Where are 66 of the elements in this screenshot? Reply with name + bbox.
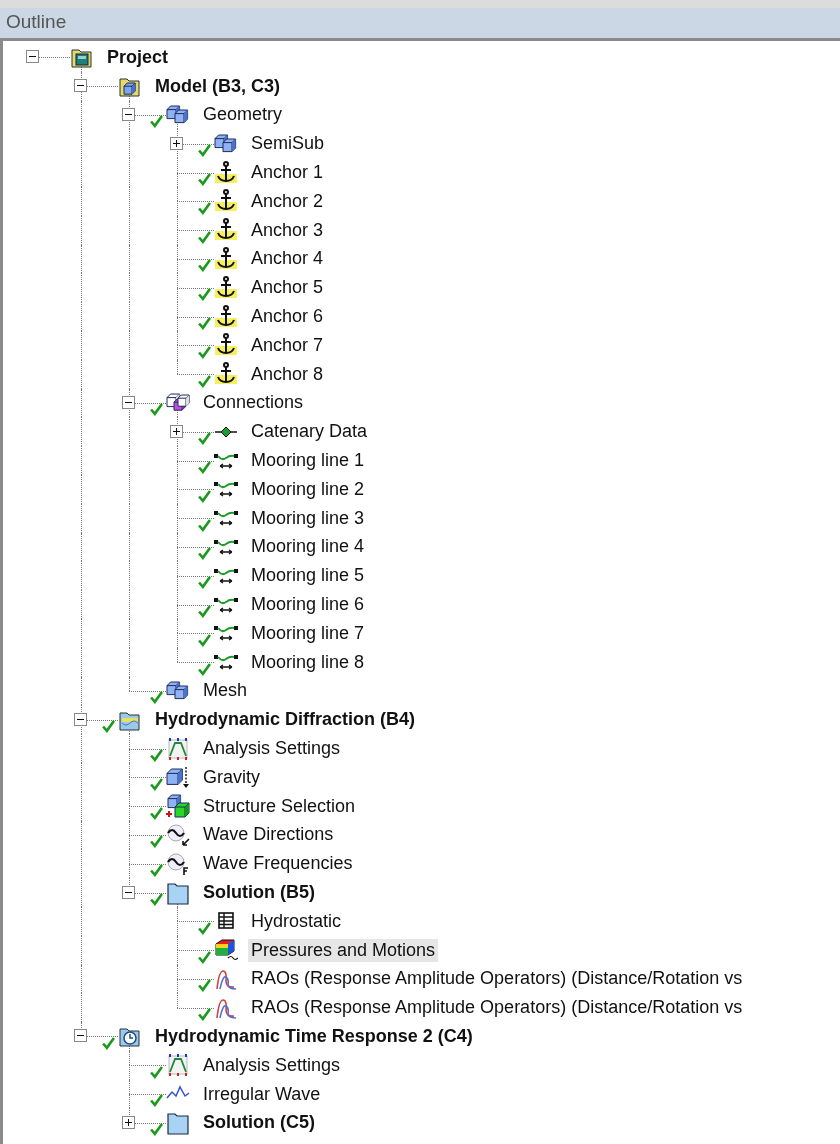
collapse-toggle[interactable] — [122, 395, 135, 409]
tree-item[interactable]: Mooring line 3 — [248, 506, 368, 530]
tree-item[interactable]: Solution (B5) — [200, 881, 318, 904]
tree-item[interactable]: Irregular Wave — [200, 1082, 324, 1106]
collapse-toggle[interactable] — [74, 1029, 87, 1043]
folder-icon — [166, 1110, 190, 1135]
tree-item[interactable]: Mooring line 1 — [248, 449, 368, 473]
color-cube-icon — [214, 938, 238, 963]
collapse-toggle[interactable] — [74, 712, 87, 726]
collapse-toggle[interactable] — [122, 885, 135, 899]
tree-item[interactable]: Mooring line 8 — [248, 650, 368, 674]
tree-item[interactable]: Mooring line 4 — [248, 535, 368, 559]
tree-item[interactable]: Project — [104, 45, 172, 69]
tree-item[interactable]: Analysis Settings — [200, 1053, 344, 1077]
tree-item[interactable]: Model (B3, C3) — [152, 74, 283, 98]
tree-item[interactable]: Gravity — [200, 765, 263, 789]
tree-item[interactable]: Pressures and Motions — [248, 938, 439, 962]
tree-item[interactable]: SemiSub — [248, 132, 328, 156]
structure-cubes-icon — [166, 794, 190, 819]
tree-item[interactable]: Mooring line 5 — [248, 564, 368, 588]
folder-icon — [166, 880, 190, 905]
gravity-icon — [166, 765, 190, 790]
expand-toggle[interactable] — [170, 424, 183, 438]
tree-item[interactable]: Anchor 4 — [248, 247, 327, 271]
expand-toggle[interactable] — [170, 136, 183, 150]
wave-icon — [166, 851, 190, 876]
tree-item[interactable]: Mooring line 7 — [248, 621, 368, 645]
tree-item[interactable]: Mooring line 6 — [248, 593, 368, 617]
tree-item[interactable]: Mesh — [200, 679, 250, 703]
tree-item[interactable]: Structure Selection — [200, 794, 359, 818]
collapse-toggle[interactable] — [26, 50, 39, 64]
expand-toggle[interactable] — [122, 1115, 135, 1129]
tree-item[interactable]: Anchor 8 — [248, 362, 327, 386]
tree-item[interactable]: Hydrodynamic Time Response 2 (C4) — [152, 1025, 476, 1048]
tree-item[interactable]: Analysis Settings — [200, 737, 344, 760]
settings-chart-icon — [166, 736, 190, 761]
tree-item[interactable]: Anchor 2 — [248, 189, 327, 213]
tree-item[interactable]: RAOs (Response Amplitude Operators) (Distance/Rotation vs — [248, 996, 746, 1020]
anchor-icon — [214, 333, 238, 358]
tree-item[interactable]: Anchor 1 — [248, 161, 327, 185]
tree-item[interactable]: Solution (C5) — [200, 1111, 318, 1135]
anchor-icon — [214, 160, 238, 185]
tree-item[interactable]: Mooring line 2 — [248, 477, 368, 501]
anchor-icon — [214, 362, 238, 387]
wave-arrow-icon — [166, 822, 190, 847]
anchor-icon — [214, 218, 238, 243]
tree-item[interactable]: Anchor 6 — [248, 305, 327, 329]
anchor-icon — [214, 189, 238, 214]
tree-item[interactable]: Anchor 3 — [248, 218, 327, 242]
collapse-toggle[interactable] — [74, 79, 87, 93]
tree-item[interactable]: RAOs (Response Amplitude Operators) (Distance/Rotation vs — [248, 967, 746, 991]
panel-title: Outline — [6, 10, 67, 33]
collapse-toggle[interactable] — [122, 108, 135, 121]
anchor-icon — [214, 246, 238, 271]
anchor-icon — [214, 304, 238, 329]
tree-item[interactable]: Anchor 7 — [248, 333, 327, 357]
tree-item[interactable]: Hydrostatic — [248, 909, 345, 933]
tree-item[interactable]: Wave Frequencies — [200, 852, 356, 876]
anchor-icon — [214, 275, 238, 300]
tree-item[interactable]: Connections — [200, 391, 307, 415]
tree-item[interactable]: Hydrodynamic Diffraction (B4) — [152, 708, 419, 732]
tree-item[interactable]: Geometry — [200, 103, 286, 127]
tree-item[interactable]: Wave Directions — [200, 823, 337, 847]
settings-chart-icon — [166, 1053, 190, 1078]
tree-item[interactable]: Anchor 5 — [248, 276, 327, 300]
tree-item[interactable]: Catenary Data — [248, 420, 371, 444]
